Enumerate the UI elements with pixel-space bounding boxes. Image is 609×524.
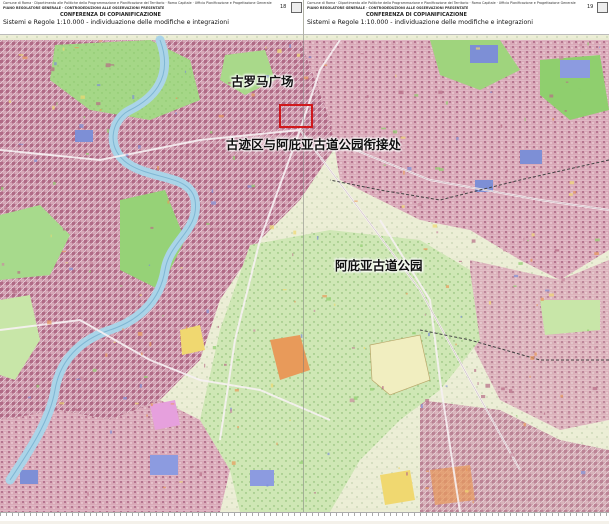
label-roman-forum: 古罗马广场 <box>231 74 294 89</box>
map-canvas <box>0 0 609 520</box>
label-junction-area: 古迹区与阿庇亚古道公园衔接处 <box>226 137 402 152</box>
sheet-header-left: Comune di Roma · Dipartimento alle Polit… <box>0 0 303 35</box>
sheet-divider <box>303 0 304 520</box>
header-institution: Comune di Roma · Dipartimento alle Polit… <box>3 1 272 5</box>
header-plan: PIANO REGOLATORE GENERALE · CONTRODEDUZI… <box>3 6 165 10</box>
zoning-map: Comune di Roma · Dipartimento alle Polit… <box>0 0 609 521</box>
header-conference: CONFERENZA DI COPIANIFICAZIONE <box>366 12 467 18</box>
highlight-area-box <box>279 104 313 128</box>
sheet-number: 18 <box>280 4 287 10</box>
header-conference: CONFERENZA DI COPIANIFICAZIONE <box>60 12 161 18</box>
sheet-header-right: Comune di Roma · Dipartimento alle Polit… <box>304 0 609 35</box>
header-institution: Comune di Roma · Dipartimento alle Polit… <box>307 1 576 5</box>
footer-grid-ticks <box>0 513 609 516</box>
sheet-number: 19 <box>587 4 594 10</box>
city-logo-icon <box>291 2 302 13</box>
city-logo-icon <box>597 2 608 13</box>
header-plan: PIANO REGOLATORE GENERALE · CONTRODEDUZI… <box>307 6 469 10</box>
header-title: Sistemi e Regole 1:10.000 - individuazio… <box>3 19 229 26</box>
label-appia-park: 阿庇亚古道公园 <box>335 258 423 273</box>
header-title: Sistemi e Regole 1:10.000 - individuazio… <box>307 19 533 26</box>
